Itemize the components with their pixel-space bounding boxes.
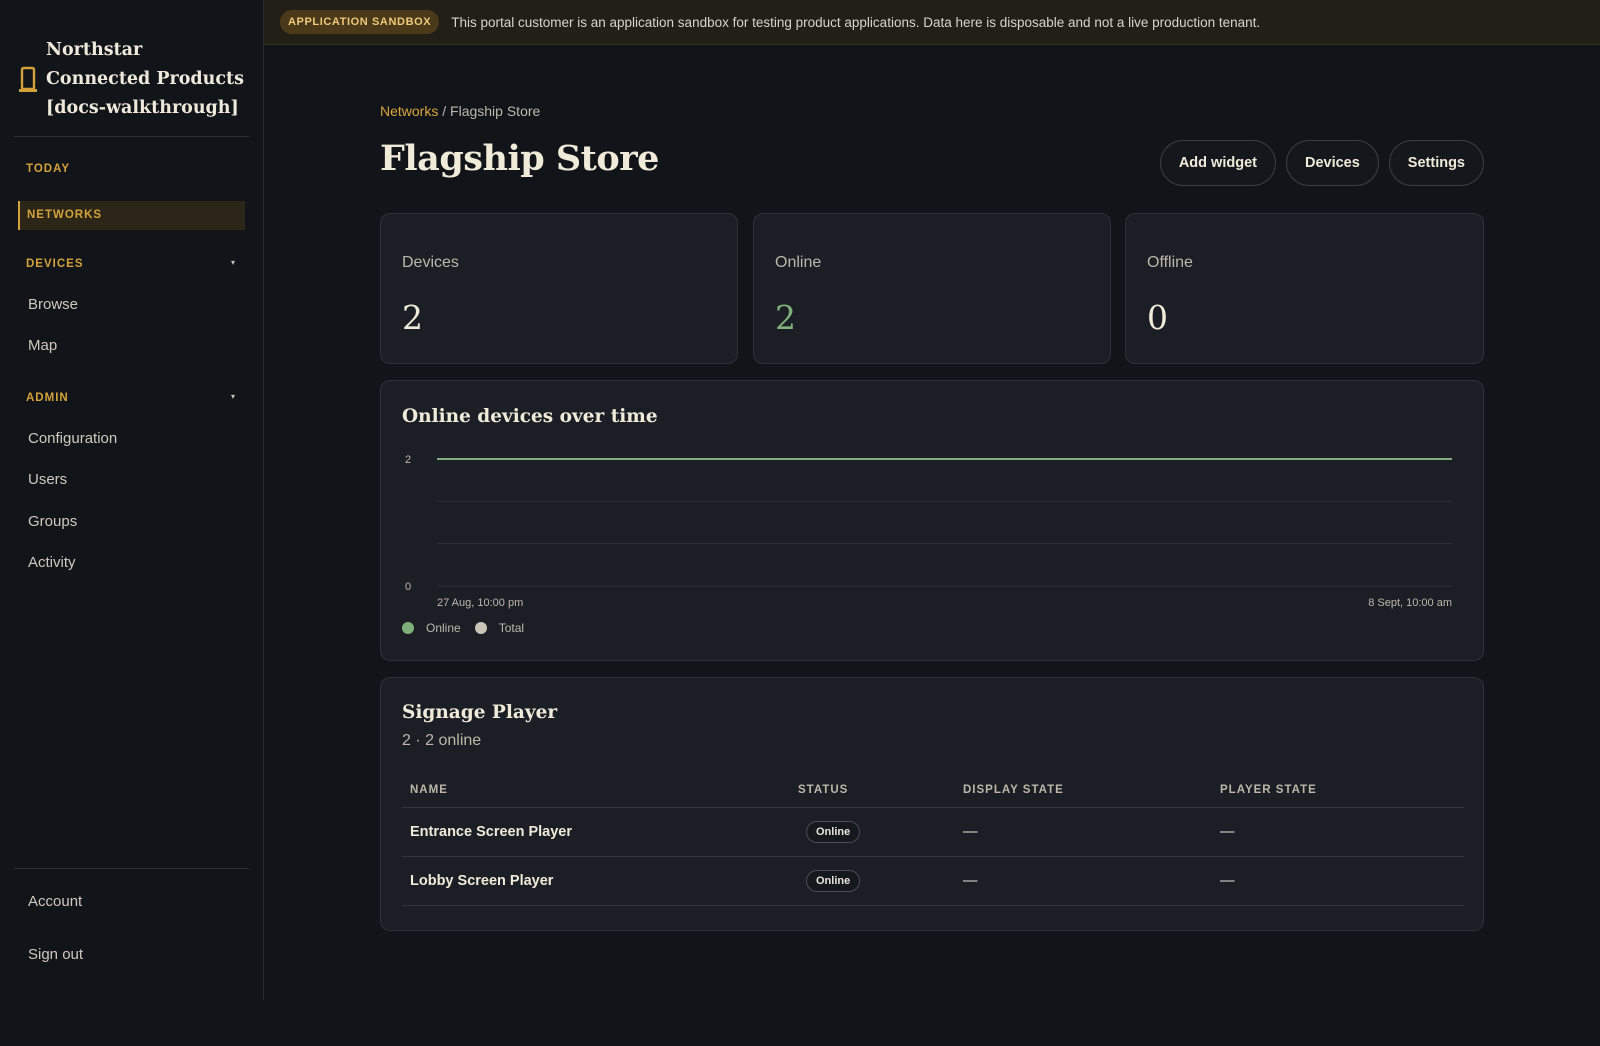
x-tick-label: 8 Sept, 10:00 am — [1368, 597, 1452, 609]
device-group-card: Signage Player 2 · 2 online NAME STATUS … — [380, 677, 1484, 931]
nav-users[interactable]: Users — [28, 471, 67, 488]
nav-browse[interactable]: Browse — [28, 296, 78, 313]
chevron-down-icon: ▾ — [230, 258, 236, 267]
breadcrumb: Networks / Flagship Store — [380, 103, 540, 119]
player-state: — — [1212, 856, 1464, 906]
legend-dot-total — [474, 622, 487, 634]
settings-button[interactable]: Settings — [1388, 140, 1484, 186]
breadcrumb-separator: / — [438, 103, 451, 119]
nav-devices-section[interactable]: DEVICES ▾ — [26, 258, 236, 270]
stat-value: 2 — [402, 298, 423, 337]
signage-device-icon — [19, 66, 37, 92]
breadcrumb-networks-link[interactable]: Networks — [380, 103, 438, 119]
stat-card-offline: Offline 0 — [1125, 213, 1484, 364]
stat-card-devices: Devices 2 — [380, 213, 738, 364]
breadcrumb-current: Flagship Store — [450, 103, 541, 119]
display-state: — — [955, 856, 1212, 906]
device-status-cell: Online — [790, 807, 955, 857]
table-row[interactable]: Entrance Screen Player Online — — — [402, 807, 1464, 857]
nav-sign-out[interactable]: Sign out — [28, 946, 83, 963]
player-state: — — [1212, 807, 1464, 857]
legend-item-online[interactable]: Online — [402, 621, 461, 635]
column-header-display-state[interactable]: DISPLAY STATE — [955, 773, 1212, 808]
nav-today[interactable]: TODAY — [26, 163, 236, 175]
stat-value: 2 — [775, 298, 796, 337]
nav-groups[interactable]: Groups — [28, 513, 77, 530]
nav-activity[interactable]: Activity — [28, 554, 76, 571]
stat-value: 0 — [1147, 298, 1168, 337]
banner-text: This portal customer is an application s… — [451, 14, 1261, 30]
status-badge: Online — [806, 869, 861, 892]
add-widget-button[interactable]: Add widget — [1159, 140, 1276, 186]
sidebar-divider — [14, 868, 249, 869]
page-title: Flagship Store — [380, 138, 659, 179]
nav-admin-section[interactable]: ADMIN ▾ — [26, 392, 236, 404]
stat-card-online: Online 2 — [753, 213, 1111, 364]
chevron-down-icon: ▾ — [230, 392, 236, 401]
legend-label-total: Total — [498, 621, 525, 635]
nav-admin-label: ADMIN — [26, 392, 69, 404]
sandbox-badge: APPLICATION SANDBOX — [280, 10, 440, 34]
table-header-row: NAME STATUS DISPLAY STATE PLAYER STATE — [402, 773, 1464, 808]
device-table: NAME STATUS DISPLAY STATE PLAYER STATE E… — [402, 773, 1464, 906]
y-tick-label: 0 — [405, 581, 411, 593]
nav-networks-label: NETWORKS — [27, 209, 103, 221]
header-actions: Add widget Devices Settings — [1159, 140, 1484, 186]
group-subtitle: 2 · 2 online — [402, 732, 482, 749]
brand[interactable]: Northstar Connected Products [docs-walkt… — [18, 36, 248, 123]
nav-map[interactable]: Map — [28, 337, 57, 354]
nav-account[interactable]: Account — [28, 893, 82, 910]
chart-legend: Online Total — [402, 621, 538, 635]
stat-label: Devices — [402, 254, 459, 271]
column-header-status[interactable]: STATUS — [790, 773, 955, 808]
device-status-cell: Online — [790, 856, 955, 906]
nav-devices-label: DEVICES — [26, 258, 84, 270]
devices-button[interactable]: Devices — [1285, 140, 1379, 186]
legend-label-online: Online — [426, 621, 461, 635]
display-state: — — [955, 807, 1212, 857]
group-title: Signage Player — [402, 702, 558, 723]
device-name[interactable]: Entrance Screen Player — [402, 807, 790, 857]
nav-configuration[interactable]: Configuration — [28, 430, 117, 447]
legend-item-total[interactable]: Total — [474, 621, 525, 635]
sidebar: Northstar Connected Products [docs-walkt… — [0, 0, 264, 1000]
column-header-player-state[interactable]: PLAYER STATE — [1212, 773, 1464, 808]
chart-card: Online devices over time 2 0 27 Aug, 10:00… — [380, 380, 1484, 661]
column-header-name[interactable]: NAME — [402, 773, 790, 808]
nav-networks[interactable]: NETWORKS — [18, 201, 245, 230]
y-tick-label: 2 — [405, 454, 411, 466]
stat-label: Online — [775, 254, 822, 271]
nav-today-label: TODAY — [26, 163, 70, 175]
online-devices-chart: 2 0 27 Aug, 10:00 pm 8 Sept, 10:00 am — [405, 454, 1452, 609]
device-name[interactable]: Lobby Screen Player — [402, 856, 790, 906]
x-tick-label: 27 Aug, 10:00 pm — [437, 597, 523, 609]
stat-label: Offline — [1147, 254, 1193, 271]
brand-name: Northstar Connected Products [docs-walkt… — [46, 40, 244, 118]
status-badge: Online — [806, 820, 861, 843]
legend-dot-online — [402, 622, 414, 634]
table-row[interactable]: Lobby Screen Player Online — — — [402, 856, 1464, 906]
sandbox-banner: APPLICATION SANDBOX This portal customer… — [264, 0, 1600, 45]
sidebar-divider — [14, 136, 249, 137]
